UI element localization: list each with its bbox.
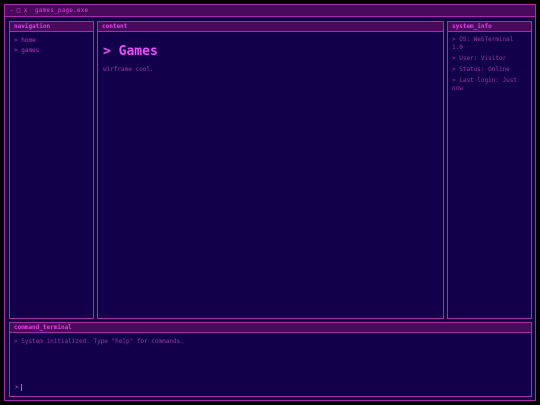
terminal-output: > System initialized. Type "help" for co… [14, 338, 184, 345]
prompt-symbol: > [15, 384, 19, 391]
info-status: > Status: Online [452, 66, 510, 73]
system-info-header: system_info [448, 22, 531, 32]
info-os: > OS: WebTerminal 1.0 [452, 36, 514, 51]
page-title: > Games [103, 44, 158, 59]
content-text: wirframe cool. [103, 66, 154, 73]
content-header: content [98, 22, 443, 32]
text-cursor [20, 384, 22, 391]
maximize-button[interactable]: □ [15, 5, 22, 17]
minimize-button[interactable]: - [8, 5, 15, 17]
title-bar: - □ x games_page.exe [5, 5, 535, 17]
command-terminal-panel[interactable]: command_terminal > System initialized. T… [9, 322, 532, 397]
info-last-login: > Last login: Just now [452, 77, 518, 92]
nav-item-home[interactable]: > home [14, 36, 89, 46]
system-info-panel: system_info > OS: WebTerminal 1.0 > User… [447, 21, 532, 319]
content-panel: content > Games wirframe cool. [97, 21, 444, 319]
navigation-header: navigation [10, 22, 93, 32]
terminal-header: command_terminal [10, 323, 531, 333]
terminal-prompt[interactable]: > [15, 384, 22, 391]
window-title: games_page.exe [35, 7, 89, 14]
app-window: - □ x games_page.exe navigation > home >… [4, 4, 536, 401]
info-user: > User: Visitor [452, 55, 507, 62]
close-button[interactable]: x [22, 5, 29, 17]
navigation-panel: navigation > home > games [9, 21, 94, 319]
nav-item-games[interactable]: > games [14, 46, 89, 56]
